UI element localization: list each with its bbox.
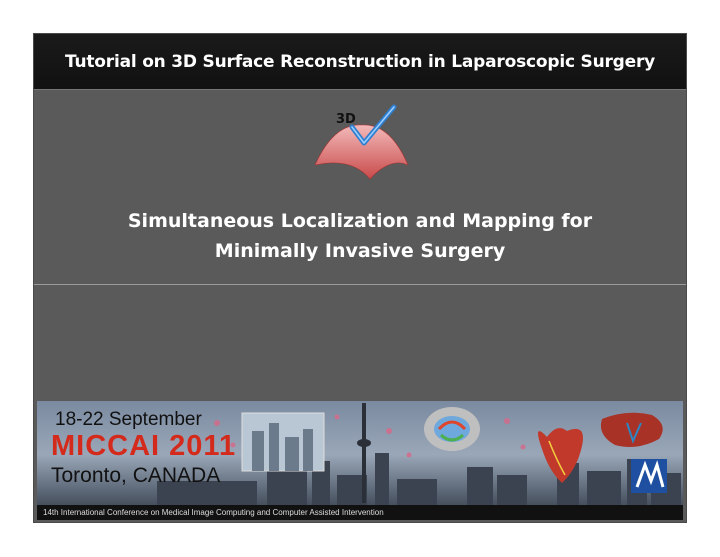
slide-divider: [34, 284, 686, 285]
organ-model-image: [600, 412, 663, 447]
subtitle-line-2: Minimally Invasive Surgery: [214, 240, 506, 262]
logo-text: 3D: [336, 112, 356, 127]
conference-banner: 18-22 September MICCAI 2011 Toronto, CAN…: [37, 401, 683, 520]
header-title: Tutorial on 3D Surface Reconstruction in…: [64, 51, 656, 72]
subtitle-line-1: Simultaneous Localization and Mapping fo…: [127, 210, 593, 232]
slide: Tutorial on 3D Surface Reconstruction in…: [33, 33, 687, 523]
logo-badge: [631, 459, 667, 493]
conference-city: Toronto, CANADA: [51, 464, 221, 487]
brain-scan-image: [424, 407, 480, 451]
3d-surface-checkmark-icon: 3D: [312, 99, 412, 184]
conference-name: MICCAI 2011: [51, 430, 237, 462]
slide-subtitle: Simultaneous Localization and Mapping fo…: [34, 206, 686, 266]
conference-footer: 14th International Conference on Medical…: [37, 505, 683, 520]
slide-header: Tutorial on 3D Surface Reconstruction in…: [34, 34, 686, 90]
conference-dates: 18-22 September: [55, 409, 202, 430]
